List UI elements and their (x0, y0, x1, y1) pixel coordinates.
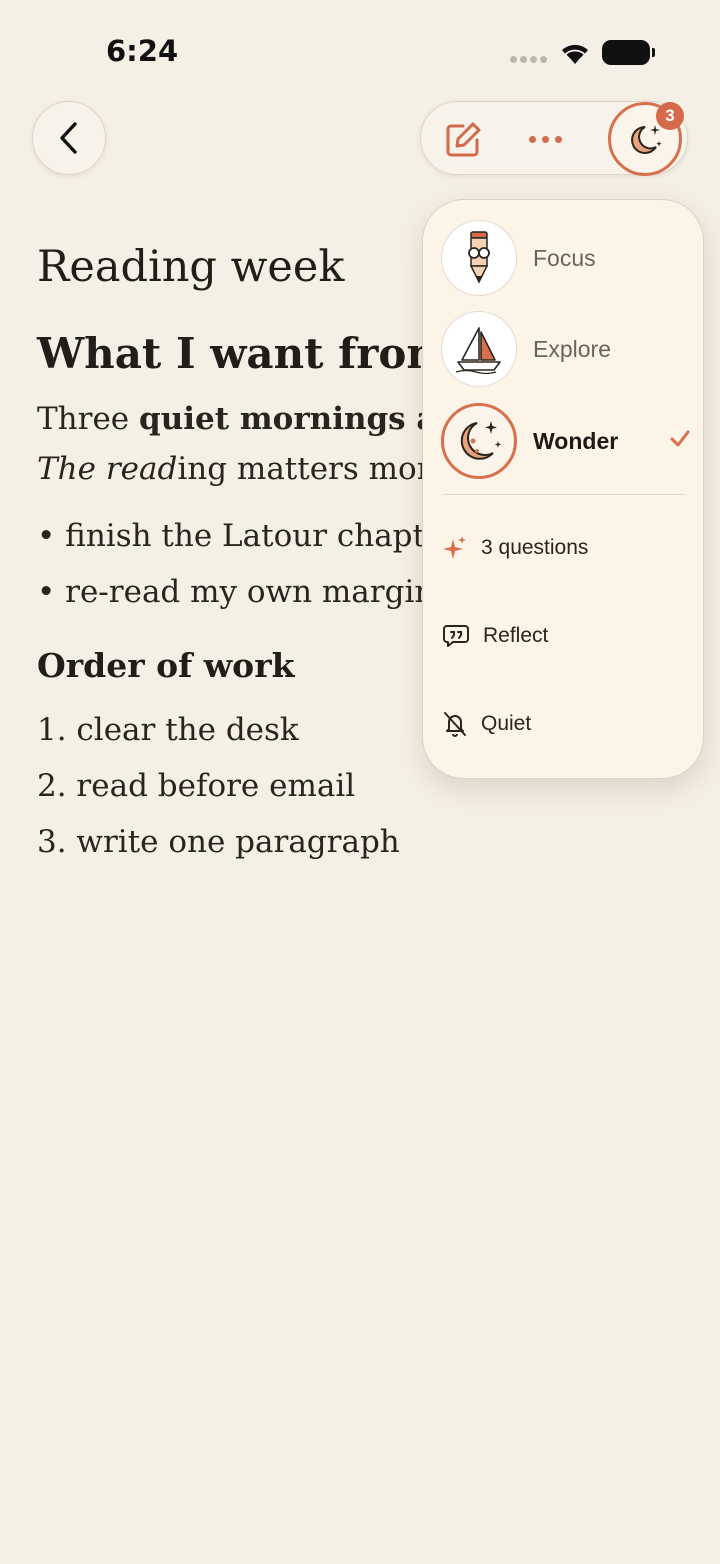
more-options-button[interactable] (529, 126, 562, 152)
edit-icon (446, 122, 481, 157)
mode-label: Explore (533, 335, 611, 362)
companion-mode-menu: Focus Explore Wonder 3 questions Reflect… (422, 199, 704, 779)
battery-icon (602, 40, 655, 65)
mode-label: Focus (533, 244, 596, 271)
more-dot (529, 135, 536, 143)
sparkle-icon (443, 536, 466, 559)
bell-off-icon (444, 712, 466, 737)
status-time: 6:24 (106, 34, 179, 68)
mode-avatar (441, 220, 517, 296)
cellular-signal-icon (510, 56, 547, 63)
chevron-left-icon (60, 122, 77, 154)
checkmark-icon (670, 430, 690, 447)
moon-stars-icon (460, 421, 502, 460)
edit-button[interactable] (443, 120, 483, 160)
action-label: 3 questions (481, 536, 589, 559)
sailboat-icon (455, 327, 501, 374)
status-bar: 6:24 (0, 0, 720, 100)
quote-bubble-icon (443, 625, 469, 647)
pencil-character-icon (468, 231, 490, 284)
action-label: Reflect (483, 624, 549, 647)
notification-badge: 3 (656, 102, 684, 130)
more-dot (542, 135, 549, 143)
mode-label: Wonder (533, 427, 619, 454)
numbered-item[interactable]: 3. write one paragraph (37, 814, 717, 870)
mode-option-focus[interactable]: Focus (441, 220, 691, 296)
italic-text: The (37, 451, 106, 487)
quiet-action[interactable]: Quiet (443, 704, 531, 744)
wifi-icon (562, 44, 588, 64)
back-button[interactable] (32, 101, 106, 175)
mode-avatar (441, 403, 517, 479)
mode-option-explore[interactable]: Explore (441, 311, 691, 387)
text-run: Three (37, 401, 140, 437)
action-label: Quiet (481, 712, 532, 735)
reflect-action[interactable]: Reflect (443, 616, 548, 656)
italic-text: read (105, 451, 178, 487)
mode-option-wonder[interactable]: Wonder (441, 403, 691, 479)
questions-action[interactable]: 3 questions (443, 528, 588, 568)
more-dot (555, 135, 562, 143)
menu-divider (443, 494, 685, 495)
mode-avatar (441, 311, 517, 387)
